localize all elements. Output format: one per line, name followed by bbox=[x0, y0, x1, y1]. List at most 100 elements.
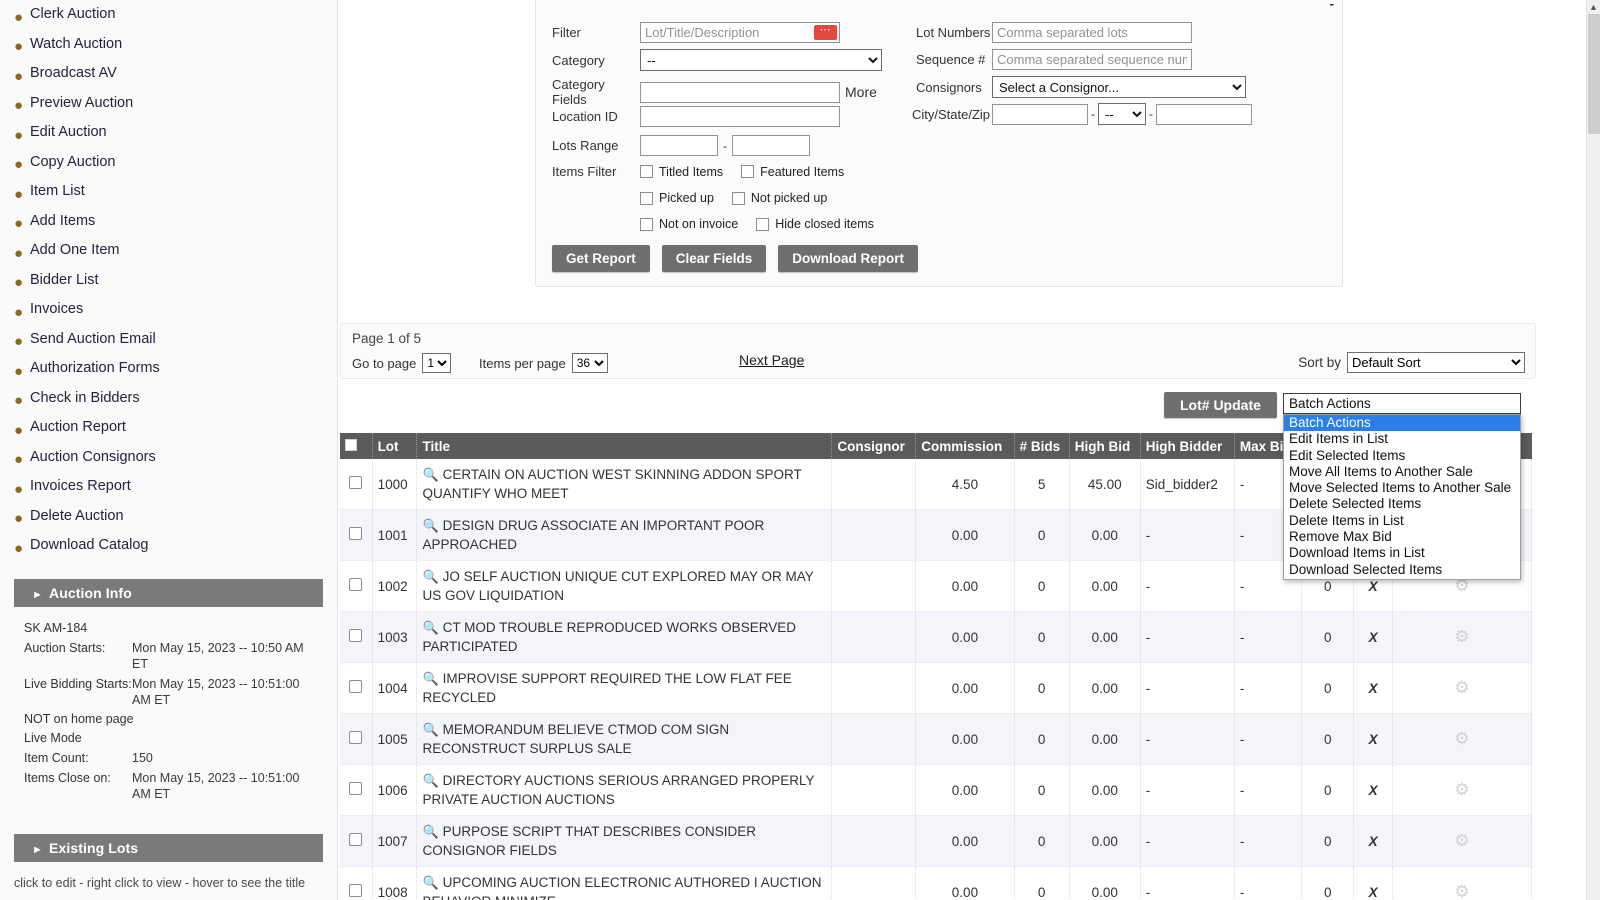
sidebar-item-check-in-bidders[interactable]: ● Check in Bidders bbox=[14, 384, 337, 414]
column-header-lot[interactable]: Lot bbox=[372, 433, 418, 459]
filter-options-icon[interactable]: ⋯ bbox=[814, 25, 837, 40]
cell-taxable[interactable]: X bbox=[1353, 866, 1393, 900]
gear-icon[interactable]: ⚙ bbox=[1454, 729, 1469, 748]
row-checkbox[interactable] bbox=[349, 884, 363, 897]
row-checkbox[interactable] bbox=[349, 833, 363, 846]
cell-title[interactable]: 🔍 DESIGN DRUG ASSOCIATE AN IMPORTANT POOR… bbox=[416, 509, 833, 561]
lots-range-from-input[interactable] bbox=[640, 135, 718, 156]
sidebar-item-invoices[interactable]: ● Invoices bbox=[14, 295, 337, 325]
batch-actions-select[interactable]: Batch Actions bbox=[1283, 393, 1521, 414]
batch-option-edit-selected-items[interactable]: Edit Selected Items bbox=[1284, 448, 1520, 464]
batch-option-batch-actions[interactable]: Batch Actions bbox=[1284, 415, 1520, 432]
table-row[interactable]: 1004 🔍 IMPROVISE SUPPORT REQUIRED THE LOW … bbox=[340, 662, 1533, 714]
sidebar-item-preview-auction[interactable]: ● Preview Auction bbox=[14, 89, 337, 119]
row-select-cell[interactable] bbox=[340, 509, 373, 561]
row-select-cell[interactable] bbox=[340, 560, 373, 612]
not-on-invoice-checkbox[interactable] bbox=[640, 217, 653, 231]
cell-row-actions[interactable]: ⚙ bbox=[1392, 764, 1533, 816]
magnifier-icon[interactable]: 🔍 bbox=[422, 620, 438, 635]
category-fields-input[interactable] bbox=[640, 81, 840, 103]
collapse-panel-icon[interactable]: - bbox=[1330, 0, 1334, 10]
batch-actions-dropdown[interactable]: Batch Actions Edit Items in List Edit Sele… bbox=[1283, 414, 1521, 580]
sidebar-item-invoices-report[interactable]: ● Invoices Report bbox=[14, 472, 337, 502]
table-row[interactable]: 1008 🔍 UPCOMING AUCTION ELECTRONIC AUTHORE… bbox=[340, 866, 1533, 900]
row-select-cell[interactable] bbox=[340, 611, 373, 663]
batch-option-download-items-in-list[interactable]: Download Items in List bbox=[1284, 545, 1520, 561]
table-row[interactable]: 1003 🔍 CT MOD TROUBLE REPRODUCED WORKS OBS… bbox=[340, 611, 1533, 663]
cell-row-actions[interactable]: ⚙ bbox=[1392, 611, 1533, 663]
cell-taxable[interactable]: X bbox=[1353, 662, 1393, 714]
hide-closed-items-checkbox[interactable] bbox=[756, 217, 770, 231]
sidebar-item-auction-report[interactable]: ● Auction Report bbox=[14, 413, 337, 443]
auction-info-header[interactable]: ► Auction Info bbox=[14, 578, 323, 607]
gear-icon[interactable]: ⚙ bbox=[1454, 882, 1469, 900]
column-header-consignor[interactable]: Consignor bbox=[831, 433, 917, 459]
magnifier-icon[interactable]: 🔍 bbox=[422, 569, 438, 584]
cell-row-actions[interactable]: ⚙ bbox=[1392, 866, 1533, 900]
magnifier-icon[interactable]: 🔍 bbox=[422, 671, 438, 686]
clear-fields-button[interactable]: Clear Fields bbox=[661, 245, 767, 272]
magnifier-icon[interactable]: 🔍 bbox=[422, 518, 438, 533]
row-checkbox[interactable] bbox=[349, 629, 363, 642]
magnifier-icon[interactable]: 🔍 bbox=[422, 467, 438, 482]
sidebar-item-item-list[interactable]: ● Item List bbox=[14, 177, 337, 207]
gear-icon[interactable]: ⚙ bbox=[1454, 831, 1469, 850]
lot-numbers-input[interactable] bbox=[992, 22, 1192, 43]
row-select-cell[interactable] bbox=[340, 662, 373, 714]
picked-up-checkbox[interactable] bbox=[640, 191, 653, 205]
cell-taxable[interactable]: X bbox=[1353, 764, 1393, 816]
cell-taxable[interactable]: X bbox=[1353, 611, 1393, 663]
cell-title[interactable]: 🔍 DIRECTORY AUCTIONS SERIOUS ARRANGED PRO… bbox=[416, 764, 833, 816]
sidebar-item-download-catalog[interactable]: ● Download Catalog bbox=[14, 531, 337, 561]
row-select-cell[interactable] bbox=[340, 713, 373, 765]
zip-input[interactable] bbox=[1156, 103, 1252, 125]
column-header-title[interactable]: Title bbox=[416, 433, 833, 459]
select-all-header[interactable] bbox=[340, 433, 373, 459]
gear-icon[interactable]: ⚙ bbox=[1454, 678, 1469, 697]
table-row[interactable]: 1006 🔍 DIRECTORY AUCTIONS SERIOUS ARRANGED… bbox=[340, 764, 1533, 816]
sidebar-item-broadcast-av[interactable]: ● Broadcast AV bbox=[14, 59, 337, 89]
cell-row-actions[interactable]: ⚙ bbox=[1392, 662, 1533, 714]
not-picked-up-checkbox[interactable] bbox=[731, 191, 745, 205]
sidebar-item-copy-auction[interactable]: ● Copy Auction bbox=[14, 148, 337, 178]
batch-option-edit-items-in-list[interactable]: Edit Items in List bbox=[1284, 431, 1520, 447]
row-checkbox[interactable] bbox=[349, 578, 363, 591]
batch-option-download-selected-items[interactable]: Download Selected Items bbox=[1284, 562, 1520, 578]
gear-icon[interactable]: ⚙ bbox=[1454, 627, 1469, 646]
goto-page-select[interactable]: 1 bbox=[422, 353, 452, 373]
filter-input[interactable] bbox=[640, 22, 840, 43]
download-report-button[interactable]: Download Report bbox=[778, 245, 919, 272]
scrollbar-thumb[interactable] bbox=[1588, 14, 1600, 134]
batch-option-move-selected-items-to-another-sale[interactable]: Move Selected Items to Another Sale bbox=[1284, 480, 1520, 496]
magnifier-icon[interactable]: 🔍 bbox=[422, 875, 438, 890]
row-select-cell[interactable] bbox=[340, 764, 373, 816]
get-report-button[interactable]: Get Report bbox=[552, 245, 650, 272]
sidebar-item-delete-auction[interactable]: ● Delete Auction bbox=[14, 502, 337, 532]
sidebar-item-auction-consignors[interactable]: ● Auction Consignors bbox=[14, 443, 337, 473]
batch-option-delete-selected-items[interactable]: Delete Selected Items bbox=[1284, 496, 1520, 512]
cell-title[interactable]: 🔍 CT MOD TROUBLE REPRODUCED WORKS OBSERVE… bbox=[416, 611, 833, 663]
scroll-up-icon[interactable]: ▲ bbox=[1589, 2, 1598, 12]
magnifier-icon[interactable]: 🔍 bbox=[422, 773, 438, 788]
cell-title[interactable]: 🔍 CERTAIN ON AUCTION WEST SKINNING ADDON … bbox=[416, 459, 833, 510]
category-select[interactable]: -- bbox=[640, 49, 882, 71]
column-header-high-bid[interactable]: High Bid bbox=[1069, 433, 1141, 459]
existing-lots-header[interactable]: ► Existing Lots bbox=[14, 833, 323, 862]
row-checkbox[interactable] bbox=[349, 731, 363, 744]
titled-items-checkbox[interactable] bbox=[640, 165, 653, 178]
lot-number-update-button[interactable]: Lot# Update bbox=[1164, 392, 1277, 418]
featured-items-checkbox[interactable] bbox=[741, 165, 755, 178]
cell-title[interactable]: 🔍 UPCOMING AUCTION ELECTRONIC AUTHORED I … bbox=[416, 866, 833, 900]
sidebar-item-edit-auction[interactable]: ● Edit Auction bbox=[14, 118, 337, 148]
consignors-select[interactable]: Select a Consignor... bbox=[992, 76, 1246, 98]
page-scrollbar[interactable]: ▲ bbox=[1586, 0, 1600, 900]
cell-taxable[interactable]: X bbox=[1353, 713, 1393, 765]
lots-range-to-input[interactable] bbox=[732, 135, 810, 156]
sidebar-item-authorization-forms[interactable]: ● Authorization Forms bbox=[14, 354, 337, 384]
items-per-page-select[interactable]: 36 bbox=[571, 353, 608, 373]
select-all-checkbox[interactable] bbox=[345, 438, 357, 451]
cell-title[interactable]: 🔍 JO SELF AUCTION UNIQUE CUT EXPLORED MAY… bbox=[416, 560, 833, 612]
cell-title[interactable]: 🔍 MEMORANDUM BELIEVE CTMOD COM SIGN RECON… bbox=[416, 713, 833, 765]
next-page-link[interactable]: Next Page bbox=[739, 352, 804, 368]
location-id-input[interactable] bbox=[640, 106, 840, 127]
